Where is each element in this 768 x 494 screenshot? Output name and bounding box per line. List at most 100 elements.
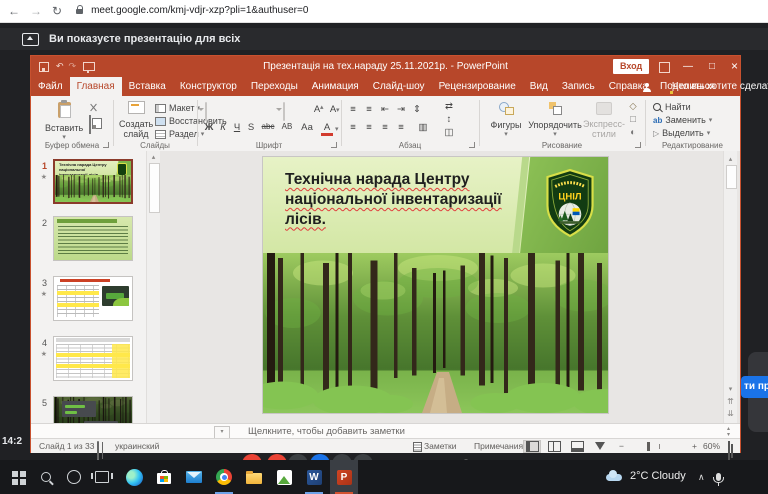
slide-title[interactable]: Технічна нарада Центру національної інве… xyxy=(285,170,525,229)
store-button[interactable] xyxy=(150,460,178,494)
italic-button[interactable]: К xyxy=(217,122,229,133)
ppt-titlebar[interactable]: ↶ ↷ Презентація на тех.нараду 25.11.2021… xyxy=(31,56,740,77)
quick-styles-button[interactable]: Экспресс-стили xyxy=(583,102,625,140)
char-spacing-button[interactable]: АВ xyxy=(279,122,295,131)
word-button[interactable]: W xyxy=(300,460,328,494)
slide-thumbnail-5[interactable] xyxy=(53,396,133,423)
shape-outline-icon[interactable]: □ xyxy=(627,114,639,125)
slide-thumbnail-3[interactable] xyxy=(53,276,133,321)
slide-thumbnail-2[interactable] xyxy=(53,216,133,261)
file-explorer-button[interactable] xyxy=(240,460,268,494)
paste-button[interactable]: Вставить ▾ xyxy=(45,102,83,141)
align-right-button[interactable]: ≡ xyxy=(379,122,391,133)
text-shadow-button[interactable]: S xyxy=(245,122,257,133)
slideshow-view-button[interactable] xyxy=(591,440,609,453)
notes-placeholder[interactable]: Щелкните, чтобы добавить заметки xyxy=(248,424,405,439)
font-name-select[interactable] xyxy=(205,102,207,121)
dialog-launcher-icon[interactable] xyxy=(103,142,109,148)
notes-toggle[interactable]: Заметки xyxy=(424,439,457,453)
close-button[interactable]: × xyxy=(731,56,738,77)
fit-slide-icon[interactable] xyxy=(728,441,730,460)
slide-sorter-button[interactable] xyxy=(545,440,563,453)
slide-thumbnail-1[interactable]: Технічна нарада Центру національної інве… xyxy=(53,159,133,204)
dialog-launcher-icon[interactable] xyxy=(331,142,337,148)
tab-transitions[interactable]: Переходы xyxy=(244,77,305,96)
scrollbar-thumb[interactable] xyxy=(149,163,160,213)
microphone-tray-button[interactable] xyxy=(704,460,732,494)
shapes-button[interactable]: Фигуры ▾ xyxy=(487,102,525,138)
minimize-button[interactable]: — xyxy=(683,56,693,77)
task-view-button[interactable] xyxy=(88,460,116,494)
scroll-up-icon[interactable]: ▴ xyxy=(724,155,737,163)
comments-toggle[interactable]: Примечания xyxy=(474,439,523,453)
photos-button[interactable] xyxy=(270,460,298,494)
powerpoint-button[interactable]: P xyxy=(330,460,358,494)
copy-icon[interactable] xyxy=(89,115,91,134)
zoom-level[interactable]: 60% xyxy=(703,439,720,453)
normal-view-button[interactable] xyxy=(523,440,541,453)
previous-slide-icon[interactable]: ⇈ xyxy=(724,397,737,406)
url-text[interactable]: meet.google.com/kmj-vdjr-xzp?pli=1&authu… xyxy=(91,0,308,22)
bullets-button[interactable]: ≡ xyxy=(347,104,359,115)
ribbon-display-options-icon[interactable] xyxy=(659,62,670,73)
reload-icon[interactable]: ↻ xyxy=(52,0,62,22)
tab-record[interactable]: Запись xyxy=(555,77,602,96)
justify-button[interactable]: ≡ xyxy=(395,122,407,133)
slide-canvas[interactable]: ЦНІЛ Технічна нарада Центру національної… xyxy=(263,157,608,413)
notes-toggle-icon[interactable] xyxy=(413,442,422,452)
columns-button[interactable]: ▥ xyxy=(417,122,429,133)
language-indicator[interactable]: украинский xyxy=(115,439,159,453)
notes-resize-down-icon[interactable]: ▾ xyxy=(727,431,730,438)
tab-insert[interactable]: Вставка xyxy=(122,77,173,96)
dialog-launcher-icon[interactable] xyxy=(469,142,475,148)
font-color-button[interactable]: А xyxy=(321,122,333,136)
sign-in-button[interactable]: Вход xyxy=(613,59,649,74)
back-icon[interactable]: ← xyxy=(8,0,20,22)
bold-button[interactable]: Ж xyxy=(203,122,215,133)
numbering-button[interactable]: ≡ xyxy=(363,104,375,115)
shape-effects-icon[interactable]: ◐ xyxy=(627,127,639,138)
main-scrollbar[interactable]: ▴ ▾ ⇈ ⇊ xyxy=(723,151,737,423)
arrange-button[interactable]: Упорядочить ▾ xyxy=(527,102,583,138)
reading-view-button[interactable] xyxy=(568,440,586,453)
chrome-button[interactable] xyxy=(210,460,238,494)
tab-view[interactable]: Вид xyxy=(523,77,555,96)
align-left-button[interactable]: ≡ xyxy=(347,122,359,133)
slide-counter[interactable]: Слайд 1 из 33 xyxy=(39,439,94,453)
zoom-slider-thumb[interactable] xyxy=(647,442,650,451)
animation-star-icon[interactable]: ★ xyxy=(33,350,47,358)
select-button[interactable]: ▷ Выделить ▾ xyxy=(653,128,710,138)
zoom-in-button[interactable]: + xyxy=(692,439,697,453)
slide-thumbnail-4[interactable] xyxy=(53,336,133,381)
find-button[interactable]: Найти xyxy=(653,102,691,112)
tab-slideshow[interactable]: Слайд-шоу xyxy=(366,77,432,96)
presenting-button[interactable]: ти пр xyxy=(741,376,768,398)
scroll-down-icon[interactable]: ▾ xyxy=(724,385,737,393)
weather-text[interactable]: 2°C Cloudy xyxy=(630,470,686,482)
mail-button[interactable] xyxy=(180,460,208,494)
weather-icon-slot[interactable] xyxy=(600,460,628,494)
line-spacing-button[interactable]: ⇕ xyxy=(411,104,423,115)
edge-button[interactable] xyxy=(120,460,148,494)
align-center-button[interactable]: ≡ xyxy=(363,122,375,133)
tab-animations[interactable]: Анимация xyxy=(305,77,366,96)
text-direction-button[interactable]: ⇄ xyxy=(443,101,455,112)
reset-button[interactable]: Восстановить xyxy=(155,116,227,126)
spellcheck-icon[interactable] xyxy=(97,441,99,460)
tab-design[interactable]: Конструктор xyxy=(173,77,244,96)
thumbnail-scrollbar[interactable]: ▴ xyxy=(146,151,160,423)
lock-icon[interactable] xyxy=(76,9,83,14)
animation-star-icon[interactable]: ★ xyxy=(33,290,47,298)
maximize-button[interactable]: □ xyxy=(709,56,715,77)
tab-review[interactable]: Рецензирование xyxy=(432,77,523,96)
search-button[interactable] xyxy=(32,460,60,494)
smartart-button[interactable]: ◫ xyxy=(443,127,455,138)
change-case-button[interactable]: Аа xyxy=(299,122,315,133)
forest-photo[interactable] xyxy=(263,253,608,413)
font-size-select[interactable] xyxy=(283,102,285,121)
shape-fill-icon[interactable]: ◇ xyxy=(627,101,639,112)
tab-home[interactable]: Главная xyxy=(70,77,122,96)
replace-button[interactable]: ab Заменить ▾ xyxy=(653,115,712,125)
tab-file[interactable]: Файл xyxy=(31,77,70,96)
increase-indent-button[interactable]: ⇥ xyxy=(395,104,407,115)
